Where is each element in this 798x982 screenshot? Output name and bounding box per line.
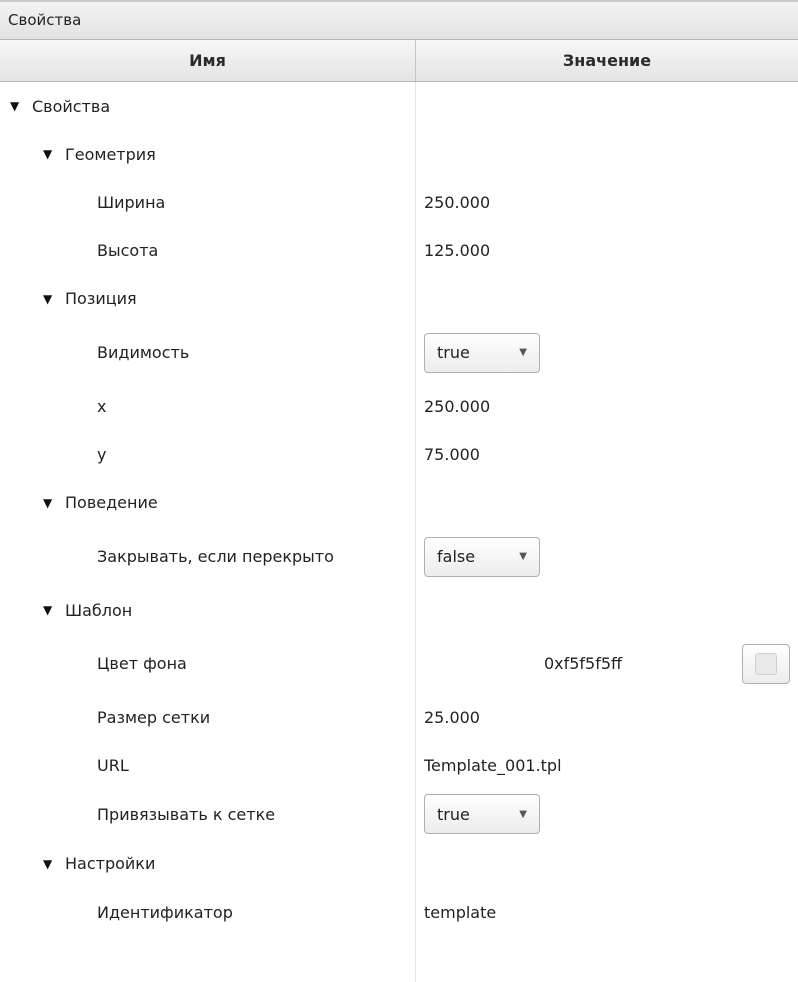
tree-row-y[interactable]: y 75.000 [0,430,798,478]
row-label: URL [97,755,129,775]
row-label: Закрывать, если перекрыто [97,547,334,566]
expand-triangle-icon[interactable]: ▼ [43,496,65,510]
tree-row-root[interactable]: ▼ Свойства [0,82,798,130]
row-label: Ширина [97,192,166,212]
visibility-dropdown[interactable]: true ▼ [424,332,540,373]
row-label: Геометрия [65,144,156,164]
chevron-down-icon: ▼ [519,347,527,358]
height-value[interactable]: 125.000 [416,241,798,260]
bg-color-value[interactable]: 0xf5f5f5ff [424,654,742,673]
column-header-name[interactable]: Имя [0,40,416,81]
width-value[interactable]: 250.000 [416,193,798,212]
tree-row-x[interactable]: x 250.000 [0,382,798,430]
color-picker-button[interactable] [742,643,790,684]
tree-row-behavior[interactable]: ▼ Поведение [0,478,798,527]
tree-row-template[interactable]: ▼ Шаблон [0,586,798,634]
row-label: Видимость [97,343,190,362]
dropdown-value: false [437,547,476,566]
tree-row-width[interactable]: Ширина 250.000 [0,178,798,226]
table-header: Имя Значение [0,40,798,82]
row-label: Высота [97,240,159,260]
identifier-value[interactable]: template [416,903,798,922]
tree-table: ▼ Свойства ▼ Геометрия Ширина 250.000 Вы… [0,82,798,982]
properties-panel: Свойства Имя Значение ▼ Свойства ▼ Геоме… [0,0,798,982]
x-value[interactable]: 250.000 [416,397,798,416]
dropdown-value: true [437,804,470,824]
column-header-value[interactable]: Значение [416,40,798,81]
tree-row-settings[interactable]: ▼ Настройки [0,839,798,888]
tree-row-geometry[interactable]: ▼ Геометрия [0,130,798,178]
snap-to-grid-dropdown[interactable]: true ▼ [424,794,540,834]
tree-row-close-if-overlapped[interactable]: Закрывать, если перекрыто false ▼ [0,527,798,586]
row-label: Свойства [32,96,111,116]
row-label: x [97,396,107,416]
color-swatch-icon [755,652,777,675]
row-label: Цвет фона [97,654,187,673]
tree-row-snap-to-grid[interactable]: Привязывать к сетке true ▼ [0,789,798,839]
row-label: Идентификатор [97,902,233,922]
row-label: Привязывать к сетке [97,804,276,824]
tree-row-visibility[interactable]: Видимость true ▼ [0,323,798,382]
row-label: Позиция [65,289,137,308]
row-label: Шаблон [65,600,133,620]
row-label: Поведение [65,493,158,512]
y-value[interactable]: 75.000 [416,445,798,464]
chevron-down-icon: ▼ [519,551,527,562]
dropdown-value: true [437,343,470,362]
expand-triangle-icon[interactable]: ▼ [43,292,65,306]
row-label: y [97,444,107,464]
tree-row-bg-color[interactable]: Цвет фона 0xf5f5f5ff [0,634,798,693]
expand-triangle-icon[interactable]: ▼ [43,147,65,161]
expand-triangle-icon[interactable]: ▼ [43,603,65,617]
tree-row-url[interactable]: URL Template_001.tpl [0,741,798,789]
tree-row-identifier[interactable]: Идентификатор template [0,888,798,936]
tree-row-grid-size[interactable]: Размер сетки 25.000 [0,693,798,741]
tree-row-position[interactable]: ▼ Позиция [0,274,798,323]
row-label: Размер сетки [97,707,211,727]
expand-triangle-icon[interactable]: ▼ [10,99,32,113]
expand-triangle-icon[interactable]: ▼ [43,857,65,871]
panel-title: Свойства [0,2,798,40]
url-value[interactable]: Template_001.tpl [416,756,798,775]
row-label: Настройки [65,854,156,873]
chevron-down-icon: ▼ [519,808,527,820]
close-if-overlapped-dropdown[interactable]: false ▼ [424,536,540,577]
grid-size-value[interactable]: 25.000 [416,708,798,727]
tree-row-height[interactable]: Высота 125.000 [0,226,798,274]
